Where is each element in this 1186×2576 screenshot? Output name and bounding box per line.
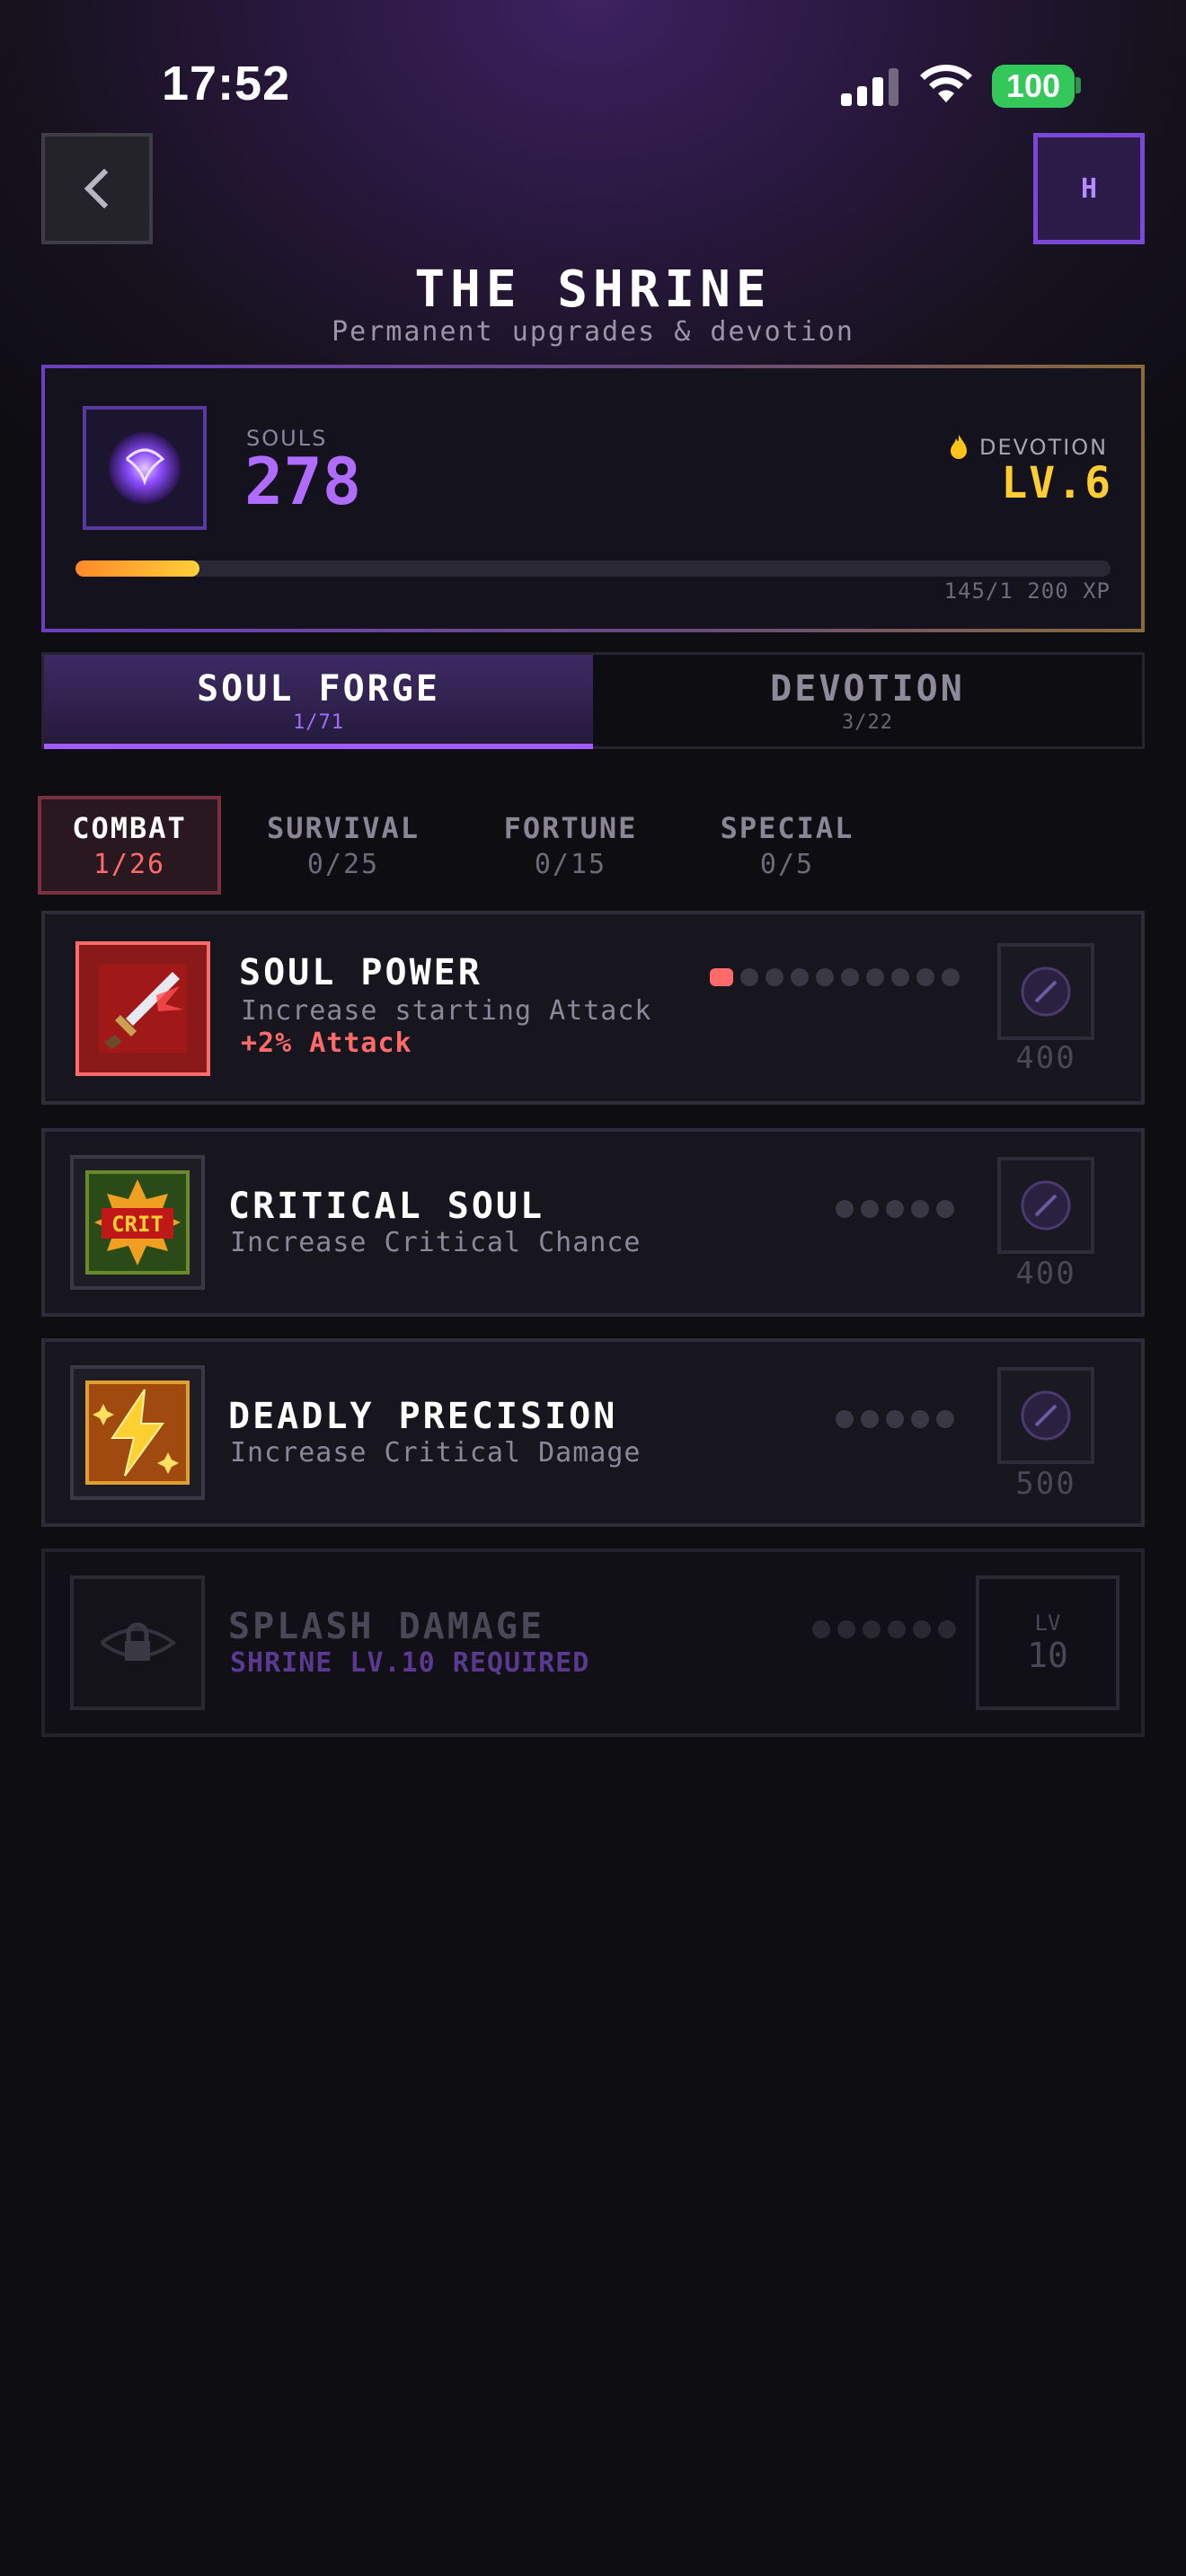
level-dot (841, 968, 859, 986)
level-dots (836, 1410, 954, 1428)
upgrade-cost: 400 (1015, 1040, 1076, 1076)
lock-icon (70, 1575, 205, 1710)
tab-count: 3/22 (842, 710, 893, 734)
upgrade-cost: 500 (1015, 1466, 1076, 1502)
level-dot (861, 1410, 879, 1428)
required-level-badge: LV 10 (976, 1575, 1120, 1710)
battery-indicator: 100 (992, 65, 1075, 108)
tab-soul-forge[interactable]: SOUL FORGE 1/71 (44, 655, 593, 749)
crit-icon-text: CRIT (111, 1212, 164, 1237)
upgrade-cost: 400 (1015, 1256, 1076, 1292)
tab-label: DEVOTION (770, 667, 965, 710)
level-dot (942, 968, 960, 986)
crit-icon: CRIT (70, 1155, 205, 1290)
level-dot (866, 968, 884, 986)
battery-tip (1075, 77, 1081, 93)
upgrade-name: SPLASH DAMAGE (228, 1606, 545, 1647)
level-dot (812, 1620, 830, 1638)
level-dot (740, 968, 758, 986)
flame-icon (951, 435, 967, 459)
upgrade-bonus: +2% Attack (241, 1028, 412, 1059)
level-dot (766, 968, 783, 986)
soul-cost-icon[interactable] (997, 943, 1094, 1040)
level-dot (936, 1410, 954, 1428)
status-time: 17:52 (162, 57, 291, 110)
page-title: THE SHRINE (414, 260, 772, 319)
tab-count: 1/71 (293, 710, 344, 734)
soul-cost-icon[interactable] (997, 1157, 1094, 1254)
upgrade-description: Increase starting Attack (241, 995, 652, 1027)
level-dot (916, 968, 934, 986)
upgrade-requirement: SHRINE LV.10 REQUIRED (230, 1647, 590, 1679)
category-tab-combat[interactable]: COMBAT 1/26 (38, 796, 221, 895)
main-tabs: SOUL FORGE 1/71 DEVOTION 3/22 (41, 652, 1145, 749)
category-tab-survival[interactable]: SURVIVAL 0/25 (243, 796, 444, 895)
level-dots (710, 968, 960, 986)
wifi-icon (920, 64, 972, 102)
required-level-value: 10 (1027, 1636, 1068, 1675)
category-tab-fortune[interactable]: FORTUNE 0/15 (476, 796, 665, 895)
level-dot (863, 1620, 881, 1638)
category-label: SPECIAL (720, 810, 854, 845)
required-level-label: LV (1034, 1610, 1061, 1636)
devotion-level: LV.6 (1001, 458, 1112, 508)
lightning-icon (70, 1365, 205, 1500)
upgrade-description: Increase Critical Damage (230, 1437, 642, 1469)
signal-icon (841, 66, 898, 106)
soul-orb-icon (83, 406, 207, 530)
chevron-left-icon (84, 168, 109, 209)
level-dot (886, 1410, 904, 1428)
upgrade-card-soul-power[interactable]: SOUL POWER Increase starting Attack +2% … (41, 911, 1145, 1105)
level-dot-filled (710, 968, 733, 986)
upgrade-card-splash-damage: SPLASH DAMAGE SHRINE LV.10 REQUIRED LV 1… (41, 1548, 1145, 1737)
category-count: 0/25 (306, 848, 380, 880)
xp-text: 145/1 200 XP (943, 578, 1111, 604)
level-dot (938, 1620, 956, 1638)
level-dot (861, 1200, 879, 1218)
category-count: 1/26 (93, 848, 166, 880)
category-label: FORTUNE (503, 810, 638, 845)
page-subtitle: Permanent upgrades & devotion (332, 316, 854, 348)
upgrade-name: CRITICAL SOUL (228, 1186, 545, 1227)
h-button[interactable]: H (1033, 133, 1145, 244)
sword-icon (75, 941, 210, 1076)
devotion-label: DEVOTION (979, 435, 1109, 460)
category-tab-special[interactable]: SPECIAL 0/5 (697, 796, 877, 895)
soul-cost-icon[interactable] (997, 1367, 1094, 1464)
upgrade-description: Increase Critical Chance (230, 1227, 642, 1258)
upgrade-card-deadly-precision[interactable]: DEADLY PRECISION Increase Critical Damag… (41, 1338, 1145, 1527)
back-button[interactable] (41, 133, 153, 244)
category-count: 0/5 (759, 848, 815, 880)
level-dot (886, 1200, 904, 1218)
level-dot (936, 1200, 954, 1218)
level-dot (888, 1620, 906, 1638)
category-count: 0/15 (534, 848, 607, 880)
level-dot (911, 1200, 929, 1218)
xp-progress-bar (75, 560, 1111, 577)
category-label: COMBAT (72, 810, 187, 845)
souls-value: 278 (244, 444, 362, 519)
upgrade-card-critical-soul[interactable]: CRIT CRITICAL SOUL Increase Critical Cha… (41, 1128, 1145, 1317)
category-label: SURVIVAL (266, 810, 420, 845)
upgrade-name: DEADLY PRECISION (228, 1396, 618, 1437)
level-dot (791, 968, 809, 986)
xp-progress-fill (75, 560, 200, 577)
level-dot (816, 968, 834, 986)
level-dots (836, 1200, 954, 1218)
level-dot (891, 968, 909, 986)
tab-devotion[interactable]: DEVOTION 3/22 (593, 655, 1142, 746)
upgrade-name: SOUL POWER (239, 952, 482, 993)
tab-label: SOUL FORGE (197, 667, 440, 710)
level-dot (836, 1410, 854, 1428)
level-dot (836, 1200, 854, 1218)
level-dot (913, 1620, 931, 1638)
level-dot (911, 1410, 929, 1428)
level-dots (812, 1620, 956, 1638)
level-dot (837, 1620, 855, 1638)
